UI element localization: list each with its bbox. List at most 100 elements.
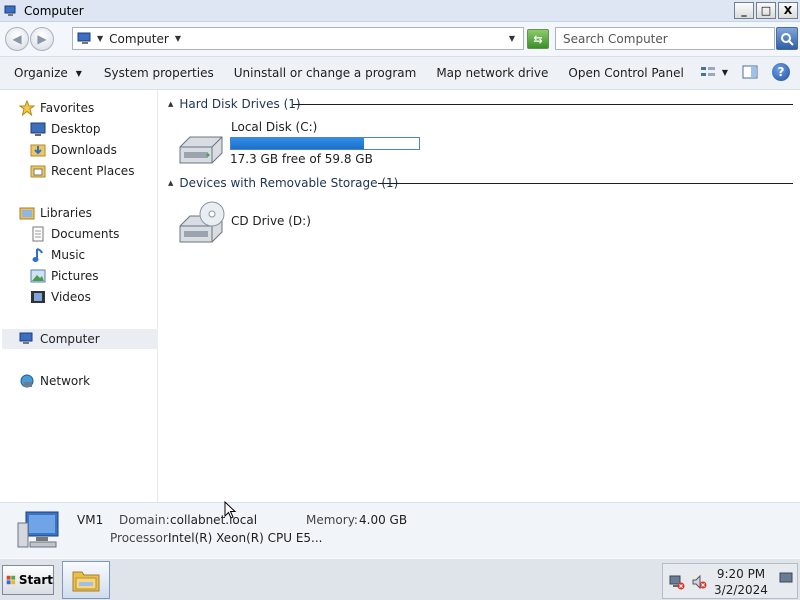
domain-label: Domain: bbox=[119, 513, 170, 527]
search-icon bbox=[781, 32, 794, 46]
downloads-folder-icon bbox=[30, 142, 46, 158]
mouse-cursor-icon bbox=[224, 501, 237, 519]
group-divider bbox=[378, 183, 793, 184]
drive-label: Local Disk (C:) bbox=[231, 120, 318, 134]
desktop-icon bbox=[30, 121, 46, 137]
clock-date[interactable]: 3/2/2024 bbox=[711, 583, 771, 597]
chevron-down-icon: ▼ bbox=[721, 67, 728, 77]
sidebar-item-libraries[interactable]: Libraries bbox=[19, 203, 92, 223]
sidebar-label: Recent Places bbox=[51, 164, 135, 178]
map-network-drive-button[interactable]: Map network drive bbox=[426, 66, 558, 80]
back-button[interactable]: ◀ bbox=[5, 27, 29, 51]
taskbar-explorer-button[interactable] bbox=[62, 561, 110, 599]
computer-name: VM1 bbox=[77, 513, 104, 527]
sidebar-label: Documents bbox=[51, 227, 120, 241]
search-input[interactable]: Search Computer bbox=[555, 27, 775, 50]
uninstall-program-button[interactable]: Uninstall or change a program bbox=[224, 66, 427, 80]
preview-pane-icon[interactable] bbox=[742, 65, 758, 79]
computer-icon bbox=[17, 511, 59, 548]
close-button[interactable]: X bbox=[778, 2, 798, 19]
drive-usage-bar bbox=[230, 137, 420, 150]
help-icon[interactable]: ? bbox=[772, 63, 790, 81]
libraries-icon bbox=[19, 205, 35, 221]
sidebar-label: Network bbox=[40, 374, 91, 388]
sidebar-label: Computer bbox=[40, 332, 100, 346]
chevron-down-icon[interactable]: ▼ bbox=[175, 34, 181, 43]
processor-label: Processor: bbox=[110, 531, 172, 545]
sidebar-label: Libraries bbox=[40, 206, 92, 220]
sidebar-item-favorites[interactable]: Favorites bbox=[19, 98, 94, 118]
recent-places-icon bbox=[30, 163, 46, 179]
search-button[interactable] bbox=[776, 27, 798, 50]
group-header-label: Devices with Removable Storage (1) bbox=[179, 176, 399, 190]
computer-icon bbox=[77, 32, 91, 44]
address-dropdown-icon[interactable]: ▼ bbox=[509, 34, 515, 43]
sidebar-label: Desktop bbox=[51, 122, 101, 136]
sidebar-item-documents[interactable]: Documents bbox=[30, 224, 119, 244]
sidebar-label: Music bbox=[51, 248, 86, 262]
system-properties-button[interactable]: System properties bbox=[92, 66, 224, 80]
refresh-icon: ⇆ bbox=[533, 32, 543, 46]
hard-drive-icon bbox=[179, 136, 223, 164]
back-arrow-icon: ◀ bbox=[12, 32, 22, 46]
drive-label: CD Drive (D:) bbox=[231, 214, 311, 228]
sidebar-item-recent-places[interactable]: Recent Places bbox=[30, 161, 134, 181]
sidebar-item-downloads[interactable]: Downloads bbox=[30, 140, 117, 160]
sidebar-item-desktop[interactable]: Desktop bbox=[30, 119, 101, 139]
sidebar-item-videos[interactable]: Videos bbox=[30, 287, 91, 307]
sidebar-item-computer[interactable]: Computer bbox=[2, 329, 158, 349]
network-disconnected-icon[interactable] bbox=[669, 574, 685, 590]
address-row: ◀ ▶ ▼ Computer ▼ ▼ ⇆ Search Computer bbox=[0, 22, 800, 56]
sidebar-label: Downloads bbox=[51, 143, 117, 157]
clock-time[interactable]: 9:20 PM bbox=[711, 567, 771, 581]
group-header-hard-disk-drives[interactable]: ▲ Hard Disk Drives (1) bbox=[159, 96, 800, 112]
view-options-icon bbox=[700, 67, 715, 76]
processor-value: Intel(R) Xeon(R) CPU E5... bbox=[168, 531, 323, 545]
drive-free-space: 17.3 GB free of 59.8 GB bbox=[230, 152, 373, 166]
system-tray: 9:20 PM 3/2/2024 bbox=[662, 563, 798, 599]
sidebar-item-pictures[interactable]: Pictures bbox=[30, 266, 99, 286]
windows-logo-icon bbox=[6, 575, 16, 585]
content-pane: ▲ Hard Disk Drives (1) Local Disk (C:) 1… bbox=[159, 90, 800, 502]
minimize-button[interactable]: _ bbox=[734, 2, 754, 19]
pictures-icon bbox=[30, 268, 46, 284]
change-view-button[interactable]: ▼ bbox=[700, 65, 728, 79]
details-pane: VM1 Domain: collabnet.local Memory: 4.00… bbox=[0, 501, 800, 558]
forward-button[interactable]: ▶ bbox=[30, 27, 54, 51]
window-title: Computer bbox=[24, 3, 84, 18]
organize-button[interactable]: Organize ▼ bbox=[0, 66, 92, 80]
cd-drive-icon bbox=[179, 201, 225, 243]
documents-icon bbox=[30, 226, 46, 242]
organize-label: Organize bbox=[14, 66, 68, 80]
sidebar-label: Videos bbox=[51, 290, 91, 304]
title-bar: Computer _ □ X bbox=[0, 0, 800, 22]
maximize-button[interactable]: □ bbox=[756, 2, 776, 19]
speaker-muted-icon[interactable] bbox=[691, 574, 707, 590]
drive-usage-fill bbox=[231, 138, 365, 149]
collapse-triangle-icon[interactable]: ▲ bbox=[168, 179, 173, 187]
navigation-pane: Favorites Desktop Downloads Recent Place… bbox=[0, 90, 158, 502]
start-button[interactable]: Start bbox=[2, 565, 54, 595]
videos-icon bbox=[30, 289, 46, 305]
refresh-button[interactable]: ⇆ bbox=[527, 29, 549, 49]
computer-icon bbox=[19, 331, 35, 347]
taskbar: Start 9:20 PM 3/2/2024 bbox=[0, 558, 800, 600]
sidebar-item-network[interactable]: Network bbox=[19, 371, 90, 391]
sidebar-item-music[interactable]: Music bbox=[30, 245, 85, 265]
command-bar: Organize ▼ System properties Uninstall o… bbox=[0, 56, 800, 90]
computer-icon bbox=[4, 5, 16, 16]
breadcrumb-separator-icon[interactable]: ▼ bbox=[97, 34, 103, 43]
sidebar-label: Favorites bbox=[40, 101, 95, 115]
group-divider bbox=[293, 104, 793, 105]
domain-value: collabnet.local bbox=[170, 513, 258, 527]
show-desktop-icon[interactable] bbox=[779, 572, 793, 584]
network-icon bbox=[19, 373, 35, 389]
breadcrumb-computer[interactable]: Computer bbox=[109, 32, 169, 46]
address-bar[interactable]: ▼ Computer ▼ ▼ bbox=[72, 27, 524, 50]
collapse-triangle-icon[interactable]: ▲ bbox=[168, 100, 173, 108]
star-icon bbox=[19, 100, 35, 116]
open-control-panel-button[interactable]: Open Control Panel bbox=[558, 66, 693, 80]
group-header-removable-storage[interactable]: ▲ Devices with Removable Storage (1) bbox=[159, 175, 800, 191]
memory-label: Memory: bbox=[306, 513, 358, 527]
music-note-icon bbox=[30, 247, 46, 263]
